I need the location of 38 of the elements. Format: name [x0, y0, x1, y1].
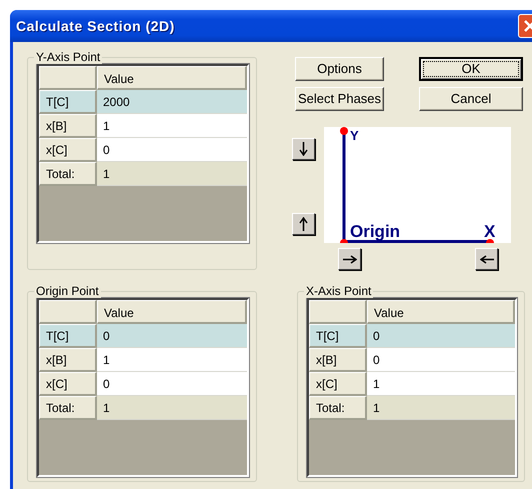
group-title: Y-Axis Point [34, 50, 102, 64]
table-cell[interactable]: 0 [367, 348, 515, 372]
row-header: Total: [309, 396, 367, 420]
row-header: x[B] [309, 348, 367, 372]
dialog-button[interactable]: Select Phases [295, 87, 384, 111]
row-header: Total: [39, 162, 97, 186]
row-header: T[C] [309, 324, 367, 348]
row-header: x[C] [39, 138, 97, 162]
row-header: x[B] [39, 114, 97, 138]
table-cell[interactable]: 0 [97, 372, 247, 396]
table-cell[interactable]: 1 [97, 396, 247, 420]
table-cell[interactable]: 1 [367, 372, 515, 396]
table-cell[interactable]: 0 [97, 324, 247, 348]
table-cell[interactable]: 0 [97, 138, 247, 162]
row-header: T[C] [39, 324, 97, 348]
column-header: Value [367, 300, 515, 324]
row-header: Total: [39, 396, 97, 420]
group-title: Origin Point [34, 284, 101, 298]
table-cell[interactable]: 1 [97, 348, 247, 372]
window-title: Calculate Section (2D) [16, 16, 175, 36]
dialog-button[interactable]: Options [295, 57, 384, 81]
table-cell[interactable]: 2000 [97, 90, 247, 114]
group-title: X-Axis Point [304, 284, 374, 298]
origin-label: Origin [350, 222, 400, 241]
table-cell[interactable]: 1 [97, 114, 247, 138]
dialog-button[interactable]: Cancel [419, 87, 523, 111]
table-cell[interactable]: 0 [367, 324, 515, 348]
x-axis-label: X [484, 222, 496, 241]
table-cell[interactable]: 1 [367, 396, 515, 420]
y-axis-label: Y [350, 128, 359, 143]
row-header: x[C] [309, 372, 367, 396]
column-header: Value [97, 300, 247, 324]
table-cell[interactable]: 1 [97, 162, 247, 186]
row-header: T[C] [39, 90, 97, 114]
dialog-button[interactable]: OK [419, 57, 523, 81]
row-header: x[C] [39, 372, 97, 396]
row-header: x[B] [39, 348, 97, 372]
column-header: Value [97, 66, 247, 90]
